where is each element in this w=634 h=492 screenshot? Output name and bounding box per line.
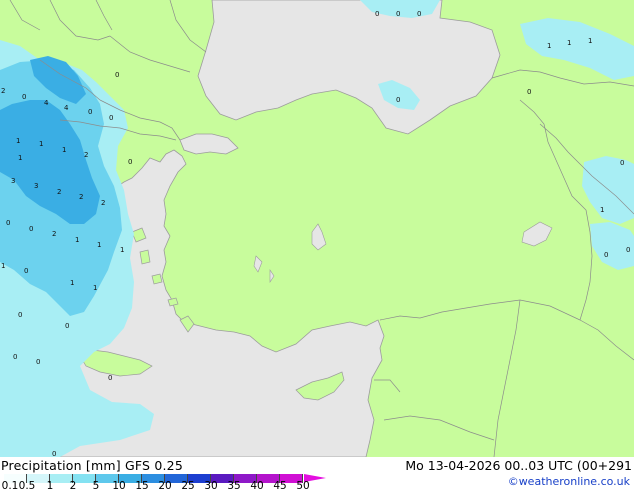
map-value-label: 0: [22, 93, 26, 101]
map-value-label: 0: [29, 225, 33, 233]
map-value-label: 0: [115, 71, 119, 79]
map-value-label: 4: [64, 104, 69, 112]
color-scale-tick-label: 2: [69, 480, 77, 492]
color-scale-tick-label: 5: [92, 480, 100, 492]
color-scale-tick-labels: 0.1 0.5 1 2 5 10 15 20 25 30 35 40 45 50: [0, 480, 340, 492]
map-value-label: 0: [527, 88, 531, 96]
color-scale-tick-label: 10: [112, 480, 126, 492]
samos-island: [151, 273, 163, 285]
map-value-label: 1: [18, 154, 22, 162]
chios-island: [139, 249, 151, 265]
map-value-label: 0: [417, 10, 421, 18]
map-value-label: 1: [567, 39, 571, 47]
map-value-label: 0: [396, 10, 400, 18]
color-scale-tick-label: 40: [250, 480, 264, 492]
map-value-label: 0: [18, 311, 22, 319]
credit-link[interactable]: ©weatheronline.co.uk: [508, 475, 630, 488]
map-value-label: 1: [93, 284, 97, 292]
color-scale-tick-label: 0.1: [1, 480, 19, 492]
color-scale-tick-label: 1: [46, 480, 54, 492]
map-value-label: 2: [79, 193, 83, 201]
map-value-label: 2: [52, 230, 56, 238]
map-value-label: 1: [120, 246, 124, 254]
map-value-label: 1: [62, 146, 66, 154]
color-scale-tick-label: 25: [181, 480, 195, 492]
map-value-label: 2: [101, 199, 105, 207]
map-value-label: 0: [36, 358, 40, 366]
color-scale-tick-label: 30: [204, 480, 218, 492]
color-scale-tick-label: 20: [158, 480, 172, 492]
map-value-label: 0: [626, 246, 630, 254]
map-value-label: 3: [11, 177, 15, 185]
map-canvas: 0 0 0 1 1 1 0 0 0 0 0 1 1 0 2 0 4 4 0 0 …: [0, 0, 634, 457]
map-value-label: 1: [39, 140, 43, 148]
color-scale-tick-label: 15: [135, 480, 149, 492]
map-value-label: 4: [44, 99, 49, 107]
map-value-label: 3: [34, 182, 38, 190]
map-title: Precipitation [mm] GFS 0.25: [1, 458, 183, 473]
map-value-label: 0: [88, 108, 92, 116]
map-value-label: 0: [396, 96, 400, 104]
map-value-label: 1: [97, 241, 101, 249]
map-value-label: 2: [84, 151, 88, 159]
map-value-label: 0: [6, 219, 10, 227]
map-value-label: 2: [1, 87, 5, 95]
map-value-label: 1: [70, 279, 74, 287]
map-value-label: 0: [604, 251, 608, 259]
map-footer: Precipitation [mm] GFS 0.25 Mo 13-04-202…: [0, 457, 634, 492]
color-scale-tick-label: 45: [273, 480, 287, 492]
map-value-label: 1: [588, 37, 592, 45]
map-value-label: 1: [1, 262, 5, 270]
map-value-label: 0: [13, 353, 17, 361]
color-scale-tick-label: 50: [296, 480, 310, 492]
map-value-label: 1: [600, 206, 604, 214]
color-scale-tick-label: 0.5: [18, 480, 36, 492]
map-value-label: 0: [24, 267, 28, 275]
map-value-label: 0: [52, 450, 56, 457]
color-scale-tick-label: 35: [227, 480, 241, 492]
forecast-datetime: Mo 13-04-2026 00..03 UTC (00+291: [405, 458, 632, 473]
map-value-label: 2: [57, 188, 61, 196]
map-value-label: 0: [128, 158, 132, 166]
weather-map: 0 0 0 1 1 1 0 0 0 0 0 1 1 0 2 0 4 4 0 0 …: [0, 0, 634, 457]
map-value-label: 1: [75, 236, 79, 244]
map-value-label: 0: [65, 322, 69, 330]
map-value-label: 0: [108, 374, 112, 382]
map-value-label: 0: [620, 159, 624, 167]
map-value-label: 0: [109, 114, 113, 122]
map-value-label: 0: [375, 10, 379, 18]
map-value-label: 1: [547, 42, 551, 50]
map-value-label: 1: [16, 137, 20, 145]
